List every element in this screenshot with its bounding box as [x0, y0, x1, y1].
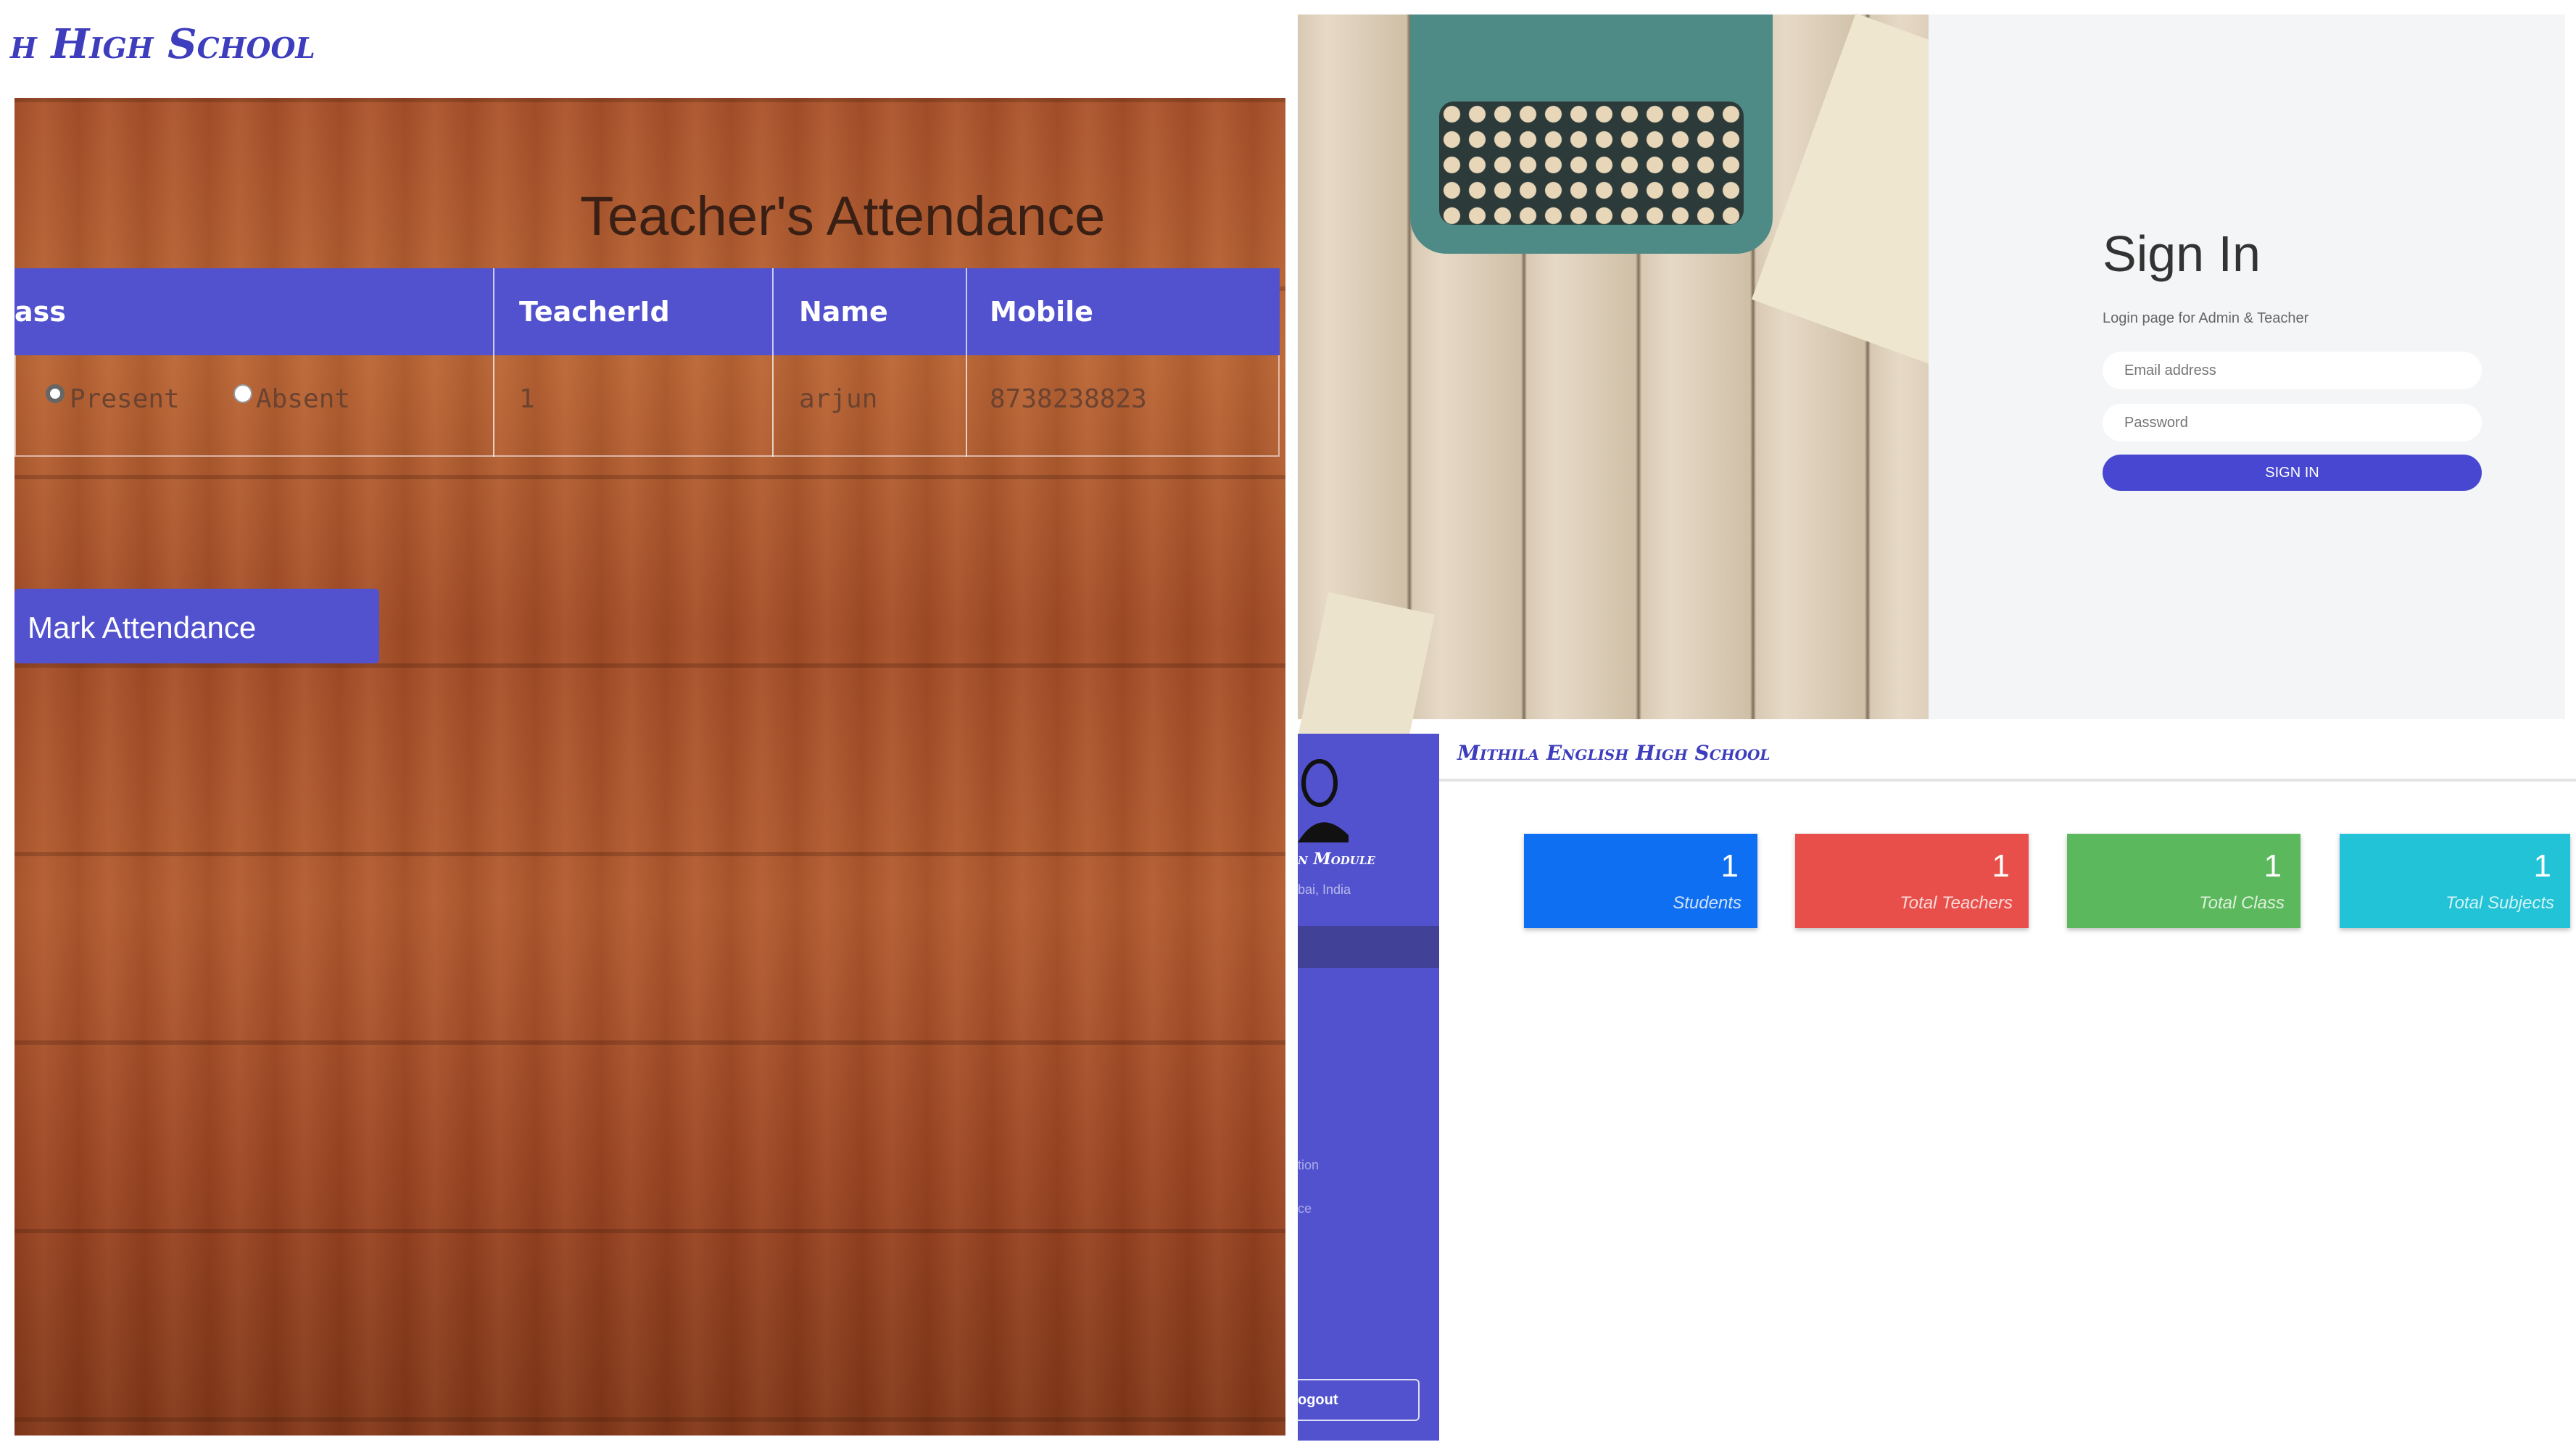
total-teachers-card[interactable]: 1 Total Teachers [1795, 834, 2029, 928]
signin-button[interactable]: SIGN IN [2103, 455, 2482, 491]
sidebar-active-item[interactable] [1298, 926, 1439, 968]
school-title: h High School [10, 20, 315, 68]
paper-image [1298, 592, 1436, 757]
teacher-id-cell: 1 [519, 384, 535, 414]
desk-photo [1298, 13, 2033, 757]
column-header-class: ass [15, 296, 66, 328]
total-class-card[interactable]: 1 Total Class [2067, 834, 2300, 928]
typewriter-image [1410, 14, 1773, 254]
total-subjects-count: 1 [2533, 848, 2551, 884]
total-subjects-label: Total Subjects [2445, 893, 2554, 913]
total-teachers-count: 1 [1992, 848, 2010, 884]
user-avatar-icon [1298, 755, 1356, 842]
mark-attendance-label: Mark Attendance [28, 610, 257, 645]
students-card[interactable]: 1 Students [1524, 834, 1757, 928]
absent-label: Absent [256, 384, 351, 414]
students-count: 1 [1720, 848, 1739, 884]
mark-attendance-button[interactable]: Mark Attendance [15, 589, 379, 663]
sidebar-location: bai, India [1298, 882, 1351, 897]
sidebar-item-b[interactable]: ce [1298, 1201, 1312, 1217]
attendance-table: ass TeacherId Name Mobile Present Absent… [15, 268, 1280, 460]
total-teachers-label: Total Teachers [1900, 893, 2013, 913]
logout-button[interactable]: ogout [1298, 1379, 1420, 1421]
email-field[interactable] [2103, 352, 2482, 389]
column-header-mobile: Mobile [990, 296, 1093, 328]
dashboard-panel: n Module bai, India tion ce ogout Mithil… [1298, 734, 2576, 1441]
logout-label: ogout [1298, 1392, 1338, 1408]
teacher-name-cell: arjun [799, 384, 878, 414]
total-class-label: Total Class [2199, 893, 2285, 913]
column-divider [772, 268, 774, 457]
sidebar: n Module bai, India tion ce ogout [1298, 734, 1439, 1441]
total-class-count: 1 [2264, 848, 2282, 884]
total-subjects-card[interactable]: 1 Total Subjects [2340, 834, 2570, 928]
column-header-teacherid: TeacherId [519, 296, 670, 328]
signin-panel: Sign In Login page for Admin & Teacher S… [1298, 13, 2565, 757]
dashboard-school-title: Mithila English High School [1457, 741, 1771, 765]
present-radio[interactable] [46, 384, 65, 403]
typewriter-keys [1439, 102, 1744, 225]
header-divider [1439, 779, 2576, 782]
signin-title: Sign In [2103, 225, 2261, 282]
sidebar-module-title: n Module [1298, 850, 1375, 869]
attendance-panel: h High School Teacher's Attendance ass T… [0, 0, 1291, 1450]
column-divider [493, 268, 494, 457]
sidebar-item-a[interactable]: tion [1298, 1158, 1319, 1173]
present-label: Present [70, 384, 180, 414]
signin-button-label: SIGN IN [2265, 465, 2319, 481]
signin-subtitle: Login page for Admin & Teacher [2103, 310, 2309, 326]
password-field[interactable] [2103, 404, 2482, 442]
students-label: Students [1673, 893, 1742, 913]
teacher-mobile-cell: 8738238823 [990, 384, 1147, 414]
signin-form-area: Sign In Login page for Admin & Teacher S… [1929, 14, 2565, 719]
page-heading: Teacher's Attendance [580, 186, 1106, 247]
column-header-name: Name [799, 296, 888, 328]
column-divider [966, 268, 967, 457]
absent-radio[interactable] [233, 384, 252, 403]
